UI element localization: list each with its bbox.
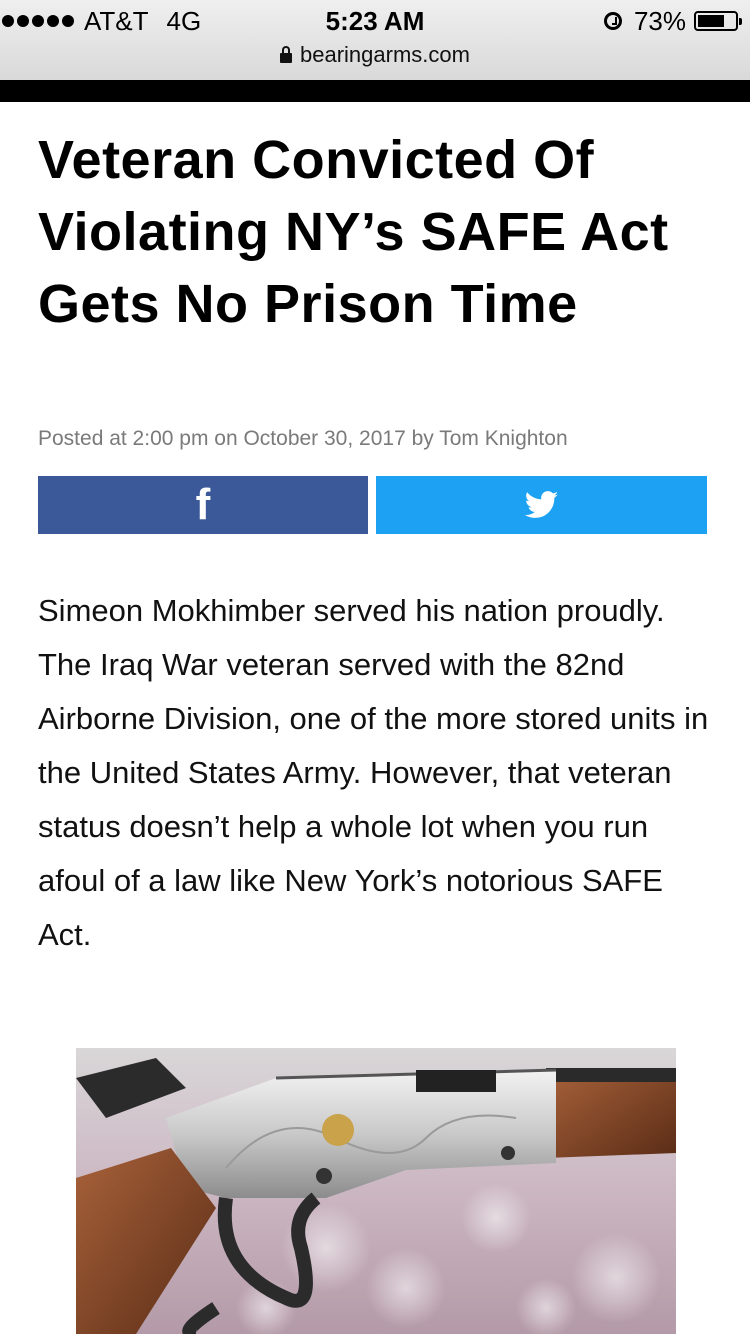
url-text: bearingarms.com <box>300 42 470 67</box>
status-bar: AT&T 4G 5:23 AM 73% bearingarms.com <box>0 0 750 80</box>
article-headline: Veteran Convicted Of Violating NY’s SAFE… <box>38 130 669 334</box>
battery-icon <box>694 11 742 31</box>
twitter-icon <box>524 491 558 518</box>
status-right: 73% <box>603 5 742 36</box>
share-twitter-button[interactable] <box>376 476 707 534</box>
article-byline: Posted at 2:00 pm on October 30, 2017 by… <box>38 427 568 450</box>
article-image-rifle <box>76 1048 676 1334</box>
alarm-icon <box>603 12 622 30</box>
lock-icon <box>280 46 293 63</box>
article-body: Simeon Mokhimber served his nation proud… <box>38 593 709 952</box>
address-bar[interactable]: bearingarms.com <box>0 40 750 70</box>
battery-percent: 73% <box>633 5 686 36</box>
facebook-icon: f <box>195 480 211 529</box>
site-header-bar <box>0 80 750 102</box>
share-facebook-button[interactable]: f <box>38 476 368 534</box>
battery-level-fill <box>698 15 724 27</box>
